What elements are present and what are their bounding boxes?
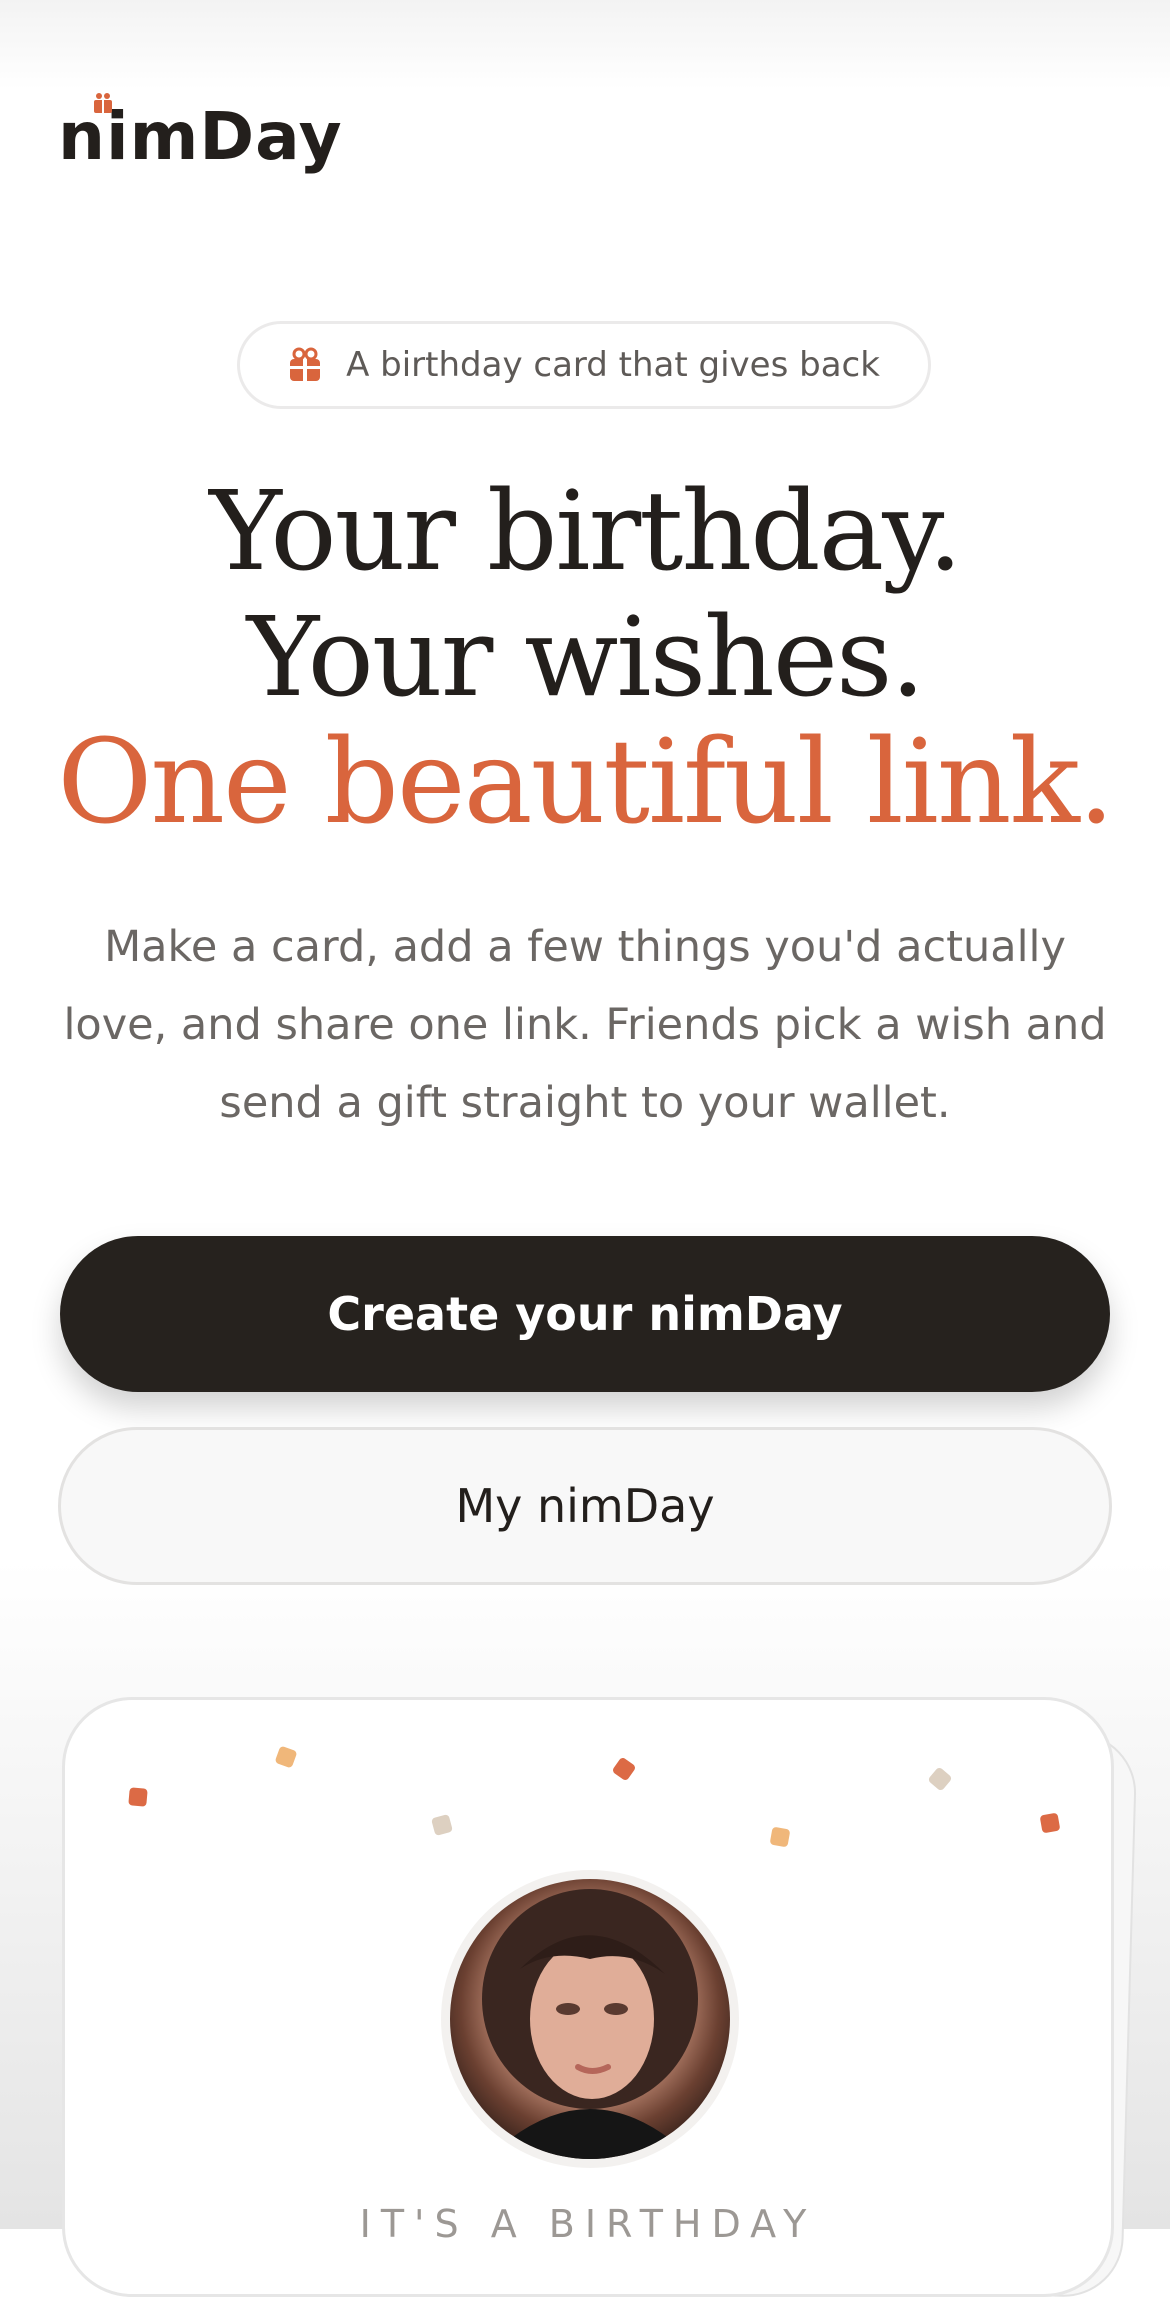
birthday-card-preview[interactable]: IT'S A BIRTHDAY <box>62 1697 1114 2297</box>
avatar-frame <box>441 1870 739 2168</box>
top-fade <box>0 0 1170 90</box>
headline-line-1: Your birthday. <box>209 467 962 595</box>
hero-description: Make a card, add a few things you'd actu… <box>63 922 1107 1128</box>
confetti-piece <box>430 1813 454 1837</box>
confetti-piece <box>927 1766 953 1792</box>
profile-photo <box>482 1889 698 2159</box>
confetti-piece <box>769 1826 791 1848</box>
card-eyebrow: IT'S A BIRTHDAY <box>359 2202 817 2246</box>
hero-headline: Your birthday. Your wishes. One beautifu… <box>0 468 1170 846</box>
tagline-text: A birthday card that gives back <box>346 345 880 385</box>
confetti-piece <box>611 1756 637 1782</box>
create-nimday-button[interactable]: Create your nimDay <box>60 1236 1110 1392</box>
logo[interactable]: nimDay <box>58 92 343 182</box>
avatar <box>450 1879 730 2159</box>
headline-accent: One beautiful link. <box>57 715 1115 850</box>
confetti-piece <box>128 1787 148 1807</box>
headline-line-2: Your wishes. <box>246 593 926 721</box>
confetti-piece <box>274 1745 298 1769</box>
tagline-pill: A birthday card that gives back <box>237 321 931 409</box>
my-nimday-button[interactable]: My nimDay <box>58 1427 1112 1585</box>
gift-icon <box>94 93 112 113</box>
confetti-piece <box>1039 1812 1061 1834</box>
gift-icon <box>290 347 321 381</box>
